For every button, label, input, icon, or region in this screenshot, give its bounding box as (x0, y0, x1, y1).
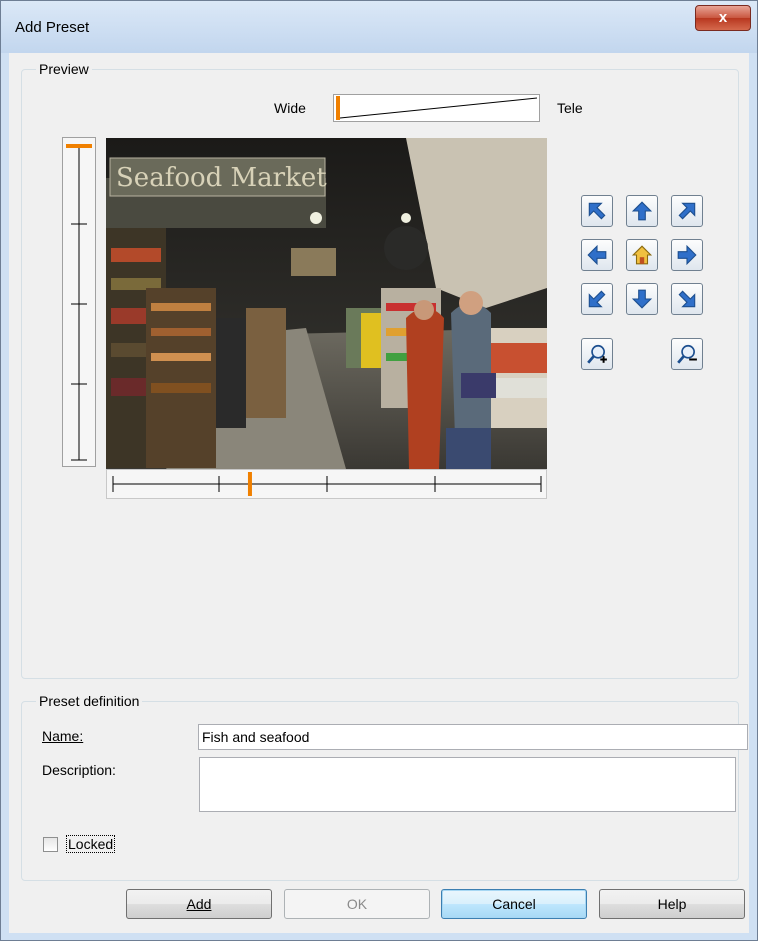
tilt-scale (66, 144, 92, 461)
move-up-left-button[interactable] (581, 195, 613, 227)
move-down-left-button[interactable] (581, 283, 613, 315)
locked-checkbox[interactable] (43, 837, 58, 852)
arrow-right-icon (677, 244, 697, 266)
store-sign-text: Seafood Market (116, 163, 327, 193)
arrow-down-left-icon (588, 290, 606, 308)
locked-label[interactable]: Locked (65, 835, 116, 853)
pan-slider[interactable] (106, 469, 547, 499)
arrow-down-right-icon (678, 290, 696, 308)
camera-image: Seafood Market (106, 138, 547, 469)
camera-preview[interactable]: Seafood Market (106, 138, 547, 469)
add-preset-dialog: Add Preset x Preview Wide Tele Seafood M… (0, 0, 758, 941)
close-icon: x (718, 9, 728, 26)
arrow-up-icon (631, 201, 653, 221)
zoom-ramp (336, 96, 538, 120)
help-button[interactable]: Help (599, 889, 745, 919)
dialog-body: Preview Wide Tele Seafood Market Preset … (9, 53, 749, 933)
cancel-button[interactable]: Cancel (441, 889, 587, 919)
wide-label: Wide (274, 100, 306, 116)
description-input[interactable] (199, 757, 736, 812)
move-down-right-button[interactable] (671, 283, 703, 315)
description-label: Description: (42, 762, 116, 778)
add-button[interactable]: Add (126, 889, 272, 919)
pan-scale (112, 472, 542, 496)
arrow-down-icon (631, 289, 653, 309)
home-button[interactable] (626, 239, 658, 271)
zoom-in-button[interactable] (581, 338, 613, 370)
preset-definition-label: Preset definition (36, 693, 143, 709)
name-label: Name: (42, 728, 84, 744)
close-button[interactable]: x (695, 5, 751, 31)
pan-thumb[interactable] (247, 472, 252, 496)
move-right-button[interactable] (671, 239, 703, 271)
title-bar[interactable]: Add Preset x (1, 1, 757, 53)
preview-group-label: Preview (36, 61, 92, 77)
arrow-up-right-icon (678, 202, 696, 220)
move-left-button[interactable] (581, 239, 613, 271)
move-up-button[interactable] (626, 195, 658, 227)
move-up-right-button[interactable] (671, 195, 703, 227)
tilt-slider[interactable] (62, 137, 96, 467)
arrow-up-left-icon (588, 202, 606, 220)
home-icon (631, 245, 653, 265)
zoom-out-icon (677, 344, 697, 364)
tele-label: Tele (557, 100, 583, 116)
move-down-button[interactable] (626, 283, 658, 315)
window-title: Add Preset (15, 19, 90, 36)
tilt-thumb[interactable] (66, 144, 92, 148)
name-input[interactable] (198, 724, 748, 750)
zoom-out-button[interactable] (671, 338, 703, 370)
zoom-slider[interactable] (333, 94, 540, 122)
ok-button[interactable]: OK (284, 889, 430, 919)
arrow-left-icon (587, 244, 607, 266)
zoom-in-icon (587, 344, 607, 364)
zoom-thumb[interactable] (336, 96, 340, 120)
